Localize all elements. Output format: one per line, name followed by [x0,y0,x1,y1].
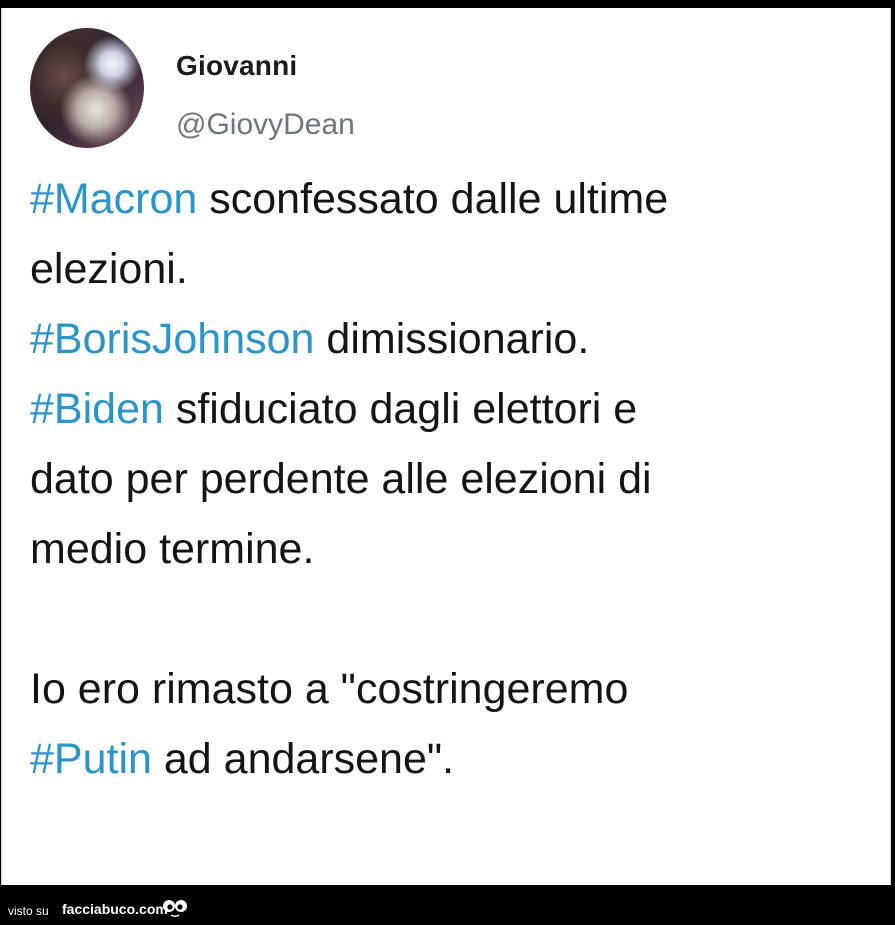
tweet-line: #BorisJohnson dimissionario. [30,304,880,374]
tweet-line: Io ero rimasto a "costringeremo [30,654,880,724]
site-name[interactable]: facciabuco.com [62,901,168,917]
tweet-line: #Putin ad andarsene". [30,724,880,794]
tweet-line: dato per perdente alle elezioni di [30,444,880,514]
tweet-line-text: sfiduciato dagli elettori e [163,385,638,433]
tweet-line-text: Io ero rimasto a "costringeremo [30,665,629,713]
screenshot-frame: Giovanni @GiovyDean #Macron sconfessato … [0,0,895,925]
tweet-text: #Macron sconfessato dalle ultime elezion… [30,164,880,794]
tweet-line-text: sconfessato dalle ultime [197,175,669,223]
hashtag-link[interactable]: #Biden [30,385,164,433]
hashtag-link[interactable]: #Macron [30,175,197,223]
user-handle[interactable]: @GiovyDean [176,108,355,142]
tweet-card: Giovanni @GiovyDean #Macron sconfessato … [1,8,891,885]
tweet-line-text: dato per perdente alle elezioni di [30,455,652,503]
seen-on-label: visto su [8,904,49,918]
tweet-line-text: elezioni. [30,245,188,293]
tweet-line: elezioni. [30,234,880,304]
user-name[interactable]: Giovanni [176,50,297,82]
tweet-line: #Macron sconfessato dalle ultime [30,164,880,234]
tweet-line-text: ad andarsene". [151,735,455,783]
hashtag-link[interactable]: #BorisJohnson [30,315,314,363]
tweet-line-text: medio termine. [30,525,315,573]
hashtag-link[interactable]: #Putin [30,735,152,783]
avatar[interactable] [30,28,144,148]
eyes-icon [163,900,187,918]
tweet-line: #Biden sfiduciato dagli elettori e [30,374,880,444]
tweet-line: medio termine. [30,514,880,584]
tweet-line-text: dimissionario. [314,315,590,363]
